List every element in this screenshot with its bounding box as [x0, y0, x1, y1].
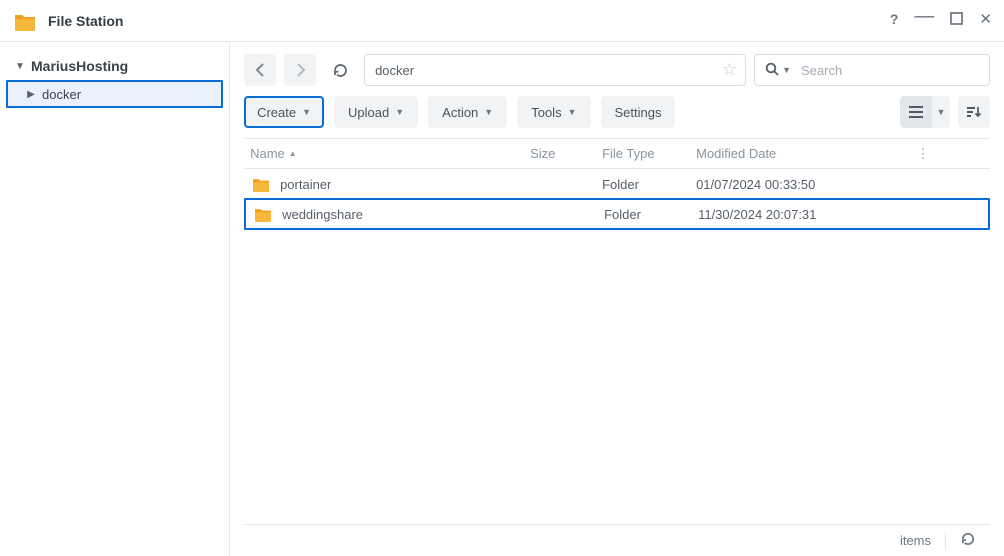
- list-view-icon[interactable]: [900, 96, 932, 128]
- search-input[interactable]: [799, 62, 979, 79]
- path-input[interactable]: ☆: [364, 54, 746, 86]
- action-label: Action: [442, 105, 478, 120]
- file-table: Name ▲ Size File Type Modified Date ⋮ po…: [244, 138, 990, 524]
- chevron-down-icon: ▼: [568, 107, 577, 117]
- col-modified[interactable]: Modified Date: [690, 146, 914, 161]
- columns-menu-icon[interactable]: ⋮: [914, 146, 932, 162]
- chevron-down-icon: ▼: [302, 107, 311, 117]
- caret-down-icon: ▼: [13, 61, 27, 72]
- file-name: portainer: [280, 177, 331, 192]
- col-type[interactable]: File Type: [596, 146, 690, 161]
- tools-button[interactable]: Tools ▼: [517, 96, 590, 128]
- col-name[interactable]: Name ▲: [244, 146, 524, 161]
- tree-root[interactable]: ▼ MariusHosting: [6, 52, 223, 80]
- tools-label: Tools: [531, 105, 561, 120]
- titlebar: File Station ? — ✕: [0, 0, 1004, 42]
- chevron-down-icon: ▼: [484, 107, 493, 117]
- window-controls: ? — ✕: [890, 12, 992, 29]
- tree-root-label: MariusHosting: [31, 58, 128, 74]
- star-icon[interactable]: ☆: [722, 60, 737, 80]
- search-icon: [765, 62, 779, 79]
- file-name: weddingshare: [282, 207, 363, 222]
- folder-icon: [254, 206, 272, 222]
- search-box[interactable]: ▼: [754, 54, 990, 86]
- items-label: items: [900, 533, 931, 548]
- status-reload-icon[interactable]: [960, 531, 976, 550]
- divider: [945, 533, 946, 549]
- upload-button[interactable]: Upload ▼: [334, 96, 418, 128]
- folder-icon: [252, 176, 270, 192]
- create-label: Create: [257, 105, 296, 120]
- action-button[interactable]: Action ▼: [428, 96, 507, 128]
- statusbar: items: [244, 524, 990, 556]
- sort-asc-icon: ▲: [289, 149, 297, 158]
- sidebar: ▼ MariusHosting ▶ docker: [0, 42, 230, 556]
- chevron-down-icon: ▼: [395, 107, 404, 117]
- search-caret-icon[interactable]: ▼: [782, 65, 791, 75]
- file-type: Folder: [598, 207, 692, 222]
- col-size[interactable]: Size: [524, 146, 596, 161]
- minimize-icon[interactable]: —: [914, 12, 934, 29]
- tree-child-label: docker: [42, 87, 81, 102]
- app-title: File Station: [48, 13, 123, 29]
- table-row[interactable]: portainer Folder01/07/2024 00:33:50: [244, 169, 990, 199]
- file-modified: 01/07/2024 00:33:50: [690, 177, 914, 192]
- tree-item-docker[interactable]: ▶ docker: [6, 80, 223, 108]
- reload-button[interactable]: [324, 54, 356, 86]
- file-modified: 11/30/2024 20:07:31: [692, 207, 916, 222]
- settings-button[interactable]: Settings: [601, 96, 676, 128]
- nav-row: ☆ ▼: [244, 54, 990, 86]
- help-icon[interactable]: ?: [890, 12, 899, 29]
- main-panel: ☆ ▼ Create ▼ Upload ▼ Action ▼ Tools ▼: [230, 42, 1004, 556]
- path-field[interactable]: [373, 62, 722, 79]
- table-row[interactable]: weddingshare Folder11/30/2024 20:07:31: [244, 198, 990, 230]
- forward-button[interactable]: [284, 54, 316, 86]
- col-name-label: Name: [250, 146, 285, 161]
- close-icon[interactable]: ✕: [979, 12, 992, 29]
- view-mode: ▼: [900, 96, 950, 128]
- caret-right-icon: ▶: [24, 89, 38, 100]
- view-mode-dropdown[interactable]: ▼: [932, 96, 950, 128]
- settings-label: Settings: [615, 105, 662, 120]
- sort-button[interactable]: [958, 96, 990, 128]
- action-row: Create ▼ Upload ▼ Action ▼ Tools ▼ Settings: [244, 96, 990, 128]
- file-type: Folder: [596, 177, 690, 192]
- create-button[interactable]: Create ▼: [244, 96, 324, 128]
- table-header: Name ▲ Size File Type Modified Date ⋮: [244, 139, 990, 169]
- upload-label: Upload: [348, 105, 389, 120]
- maximize-icon[interactable]: [950, 12, 963, 29]
- app-icon: [14, 11, 36, 31]
- back-button[interactable]: [244, 54, 276, 86]
